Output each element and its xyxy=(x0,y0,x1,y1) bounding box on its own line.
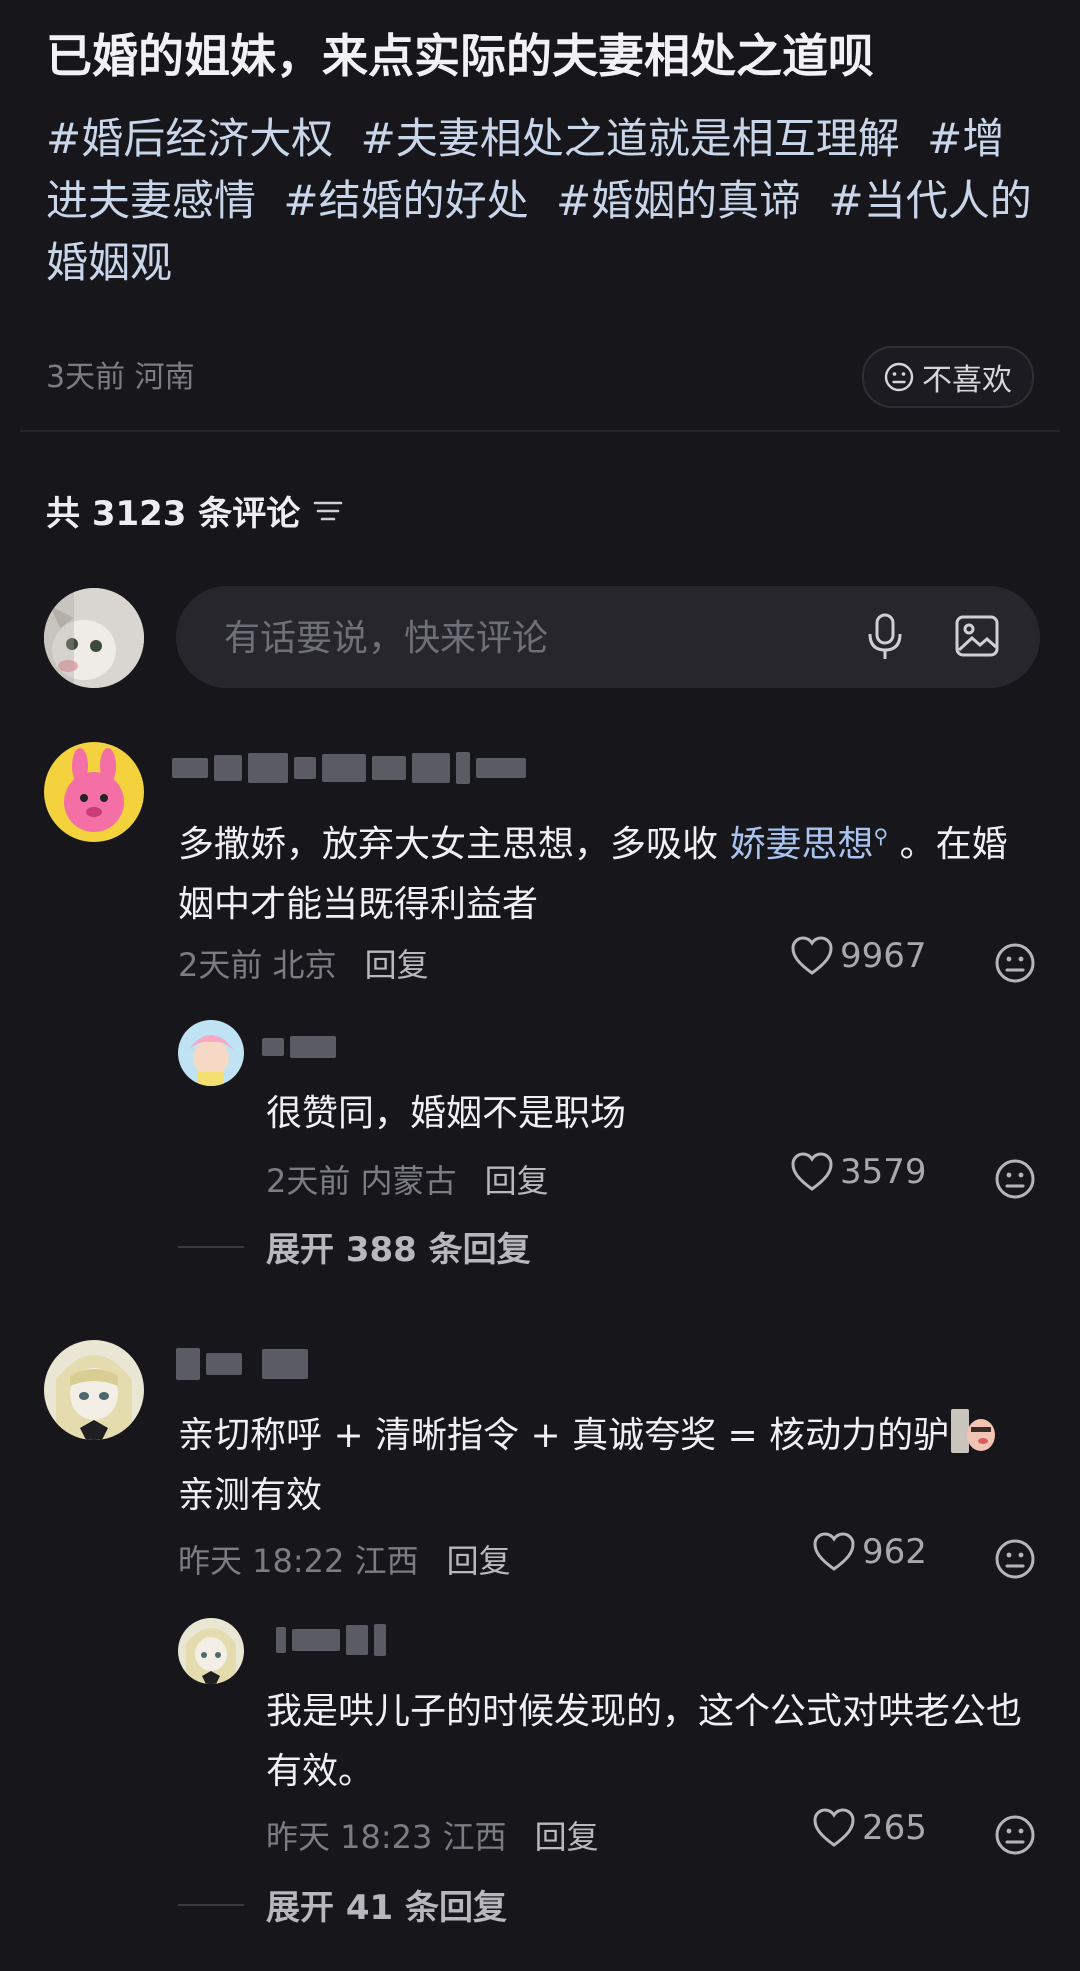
hashtag[interactable]: #结婚的好处 xyxy=(283,176,528,225)
post-location: 河南 xyxy=(134,360,195,395)
image-icon[interactable] xyxy=(954,614,1000,658)
username-redacted[interactable] xyxy=(172,752,526,784)
like-button[interactable]: 9967 xyxy=(790,936,927,976)
comment-input-box[interactable] xyxy=(176,586,1040,688)
comment-count-header: 共 3123 条评论 xyxy=(46,486,344,535)
avatar[interactable] xyxy=(178,1020,244,1086)
comment-location: 北京 xyxy=(272,946,337,984)
comment-time: 2天前 xyxy=(178,946,263,984)
meh-face-icon xyxy=(884,362,914,392)
comment-text: 亲切称呼 + 清晰指令 + 真诚夸奖 = 核动力的驴 亲测有效 xyxy=(178,1406,1038,1526)
reply-time: 2天前 xyxy=(266,1162,351,1200)
dislike-label: 不喜欢 xyxy=(922,363,1012,398)
like-button[interactable]: 3579 xyxy=(790,1152,927,1192)
post-title: 已婚的姐妹，来点实际的夫妻相处之道呗 xyxy=(46,29,874,83)
comment-count: 共 3123 条评论 xyxy=(46,494,301,534)
heart-icon xyxy=(791,936,833,975)
heart-icon xyxy=(813,1808,855,1847)
meh-face-icon[interactable] xyxy=(994,1814,1036,1856)
reply-text: 我是哄儿子的时候发现的，这个公式对哄老公也有效。 xyxy=(266,1691,1023,1792)
hashtag[interactable]: #婚姻的真谛 xyxy=(556,176,801,225)
like-count: 9967 xyxy=(840,936,927,976)
reply-meta: 2天前 内蒙古 回复 xyxy=(266,1156,549,1202)
reply-location: 江西 xyxy=(442,1818,507,1856)
reply-time: 昨天 18:23 xyxy=(266,1818,433,1856)
like-count: 265 xyxy=(862,1808,927,1848)
dislike-button[interactable]: 不喜欢 xyxy=(862,346,1034,408)
comment-meta: 昨天 18:22 江西 回复 xyxy=(178,1536,511,1582)
hashtag-list: #婚后经济大权 #夫妻相处之道就是相互理解 #增进夫妻感情 #结婚的好处 #婚姻… xyxy=(46,108,1036,294)
avatar[interactable] xyxy=(178,1618,244,1684)
reply-button[interactable]: 回复 xyxy=(535,1812,599,1858)
username-redacted[interactable] xyxy=(262,1036,336,1058)
like-button[interactable]: 265 xyxy=(812,1808,927,1848)
post-meta: 3天前 河南 xyxy=(46,352,195,396)
comment-input[interactable] xyxy=(222,612,826,664)
like-count: 962 xyxy=(862,1532,927,1572)
username-redacted[interactable] xyxy=(176,1348,308,1380)
comment-meta: 2天前 北京 回复 xyxy=(178,940,429,986)
divider xyxy=(20,430,1060,432)
avatar[interactable] xyxy=(44,1340,144,1440)
search-keyword-link[interactable]: 娇妻思想⚲ xyxy=(729,824,888,865)
meh-face-icon[interactable] xyxy=(994,1158,1036,1200)
hashtag[interactable]: #夫妻相处之道就是相互理解 xyxy=(361,114,900,163)
emoji-sticker xyxy=(951,1409,996,1453)
sort-icon[interactable] xyxy=(312,497,344,525)
expand-label: 展开 388 条回复 xyxy=(266,1230,531,1270)
reply-button[interactable]: 回复 xyxy=(447,1536,511,1582)
meh-face-icon[interactable] xyxy=(994,1538,1036,1580)
avatar[interactable] xyxy=(44,742,144,842)
mic-icon[interactable] xyxy=(864,612,906,662)
reply-meta: 昨天 18:23 江西 回复 xyxy=(266,1812,599,1858)
heart-icon xyxy=(813,1532,855,1571)
comment-text: 多撒娇，放弃大女主思想，多吸收 娇妻思想⚲ 。在婚姻中才能当既得利益者 xyxy=(178,824,1008,925)
my-avatar[interactable] xyxy=(44,588,144,688)
expand-replies-button[interactable]: 展开 41 条回复 xyxy=(178,1880,507,1929)
comment-time: 昨天 18:22 xyxy=(178,1542,345,1580)
expand-line xyxy=(178,1903,244,1906)
expand-replies-button[interactable]: 展开 388 条回复 xyxy=(178,1222,531,1271)
like-button[interactable]: 962 xyxy=(812,1532,927,1572)
like-count: 3579 xyxy=(840,1152,927,1192)
expand-label: 展开 41 条回复 xyxy=(266,1888,507,1928)
comment-location: 江西 xyxy=(354,1542,419,1580)
username-redacted[interactable] xyxy=(276,1624,386,1656)
meh-face-icon[interactable] xyxy=(994,942,1036,984)
expand-line xyxy=(178,1245,244,1248)
reply-button[interactable]: 回复 xyxy=(365,940,429,986)
post-time: 3天前 xyxy=(46,360,126,395)
reply-location: 内蒙古 xyxy=(360,1162,457,1200)
hashtag[interactable]: #婚后经济大权 xyxy=(46,114,333,163)
heart-icon xyxy=(791,1152,833,1191)
reply-button[interactable]: 回复 xyxy=(485,1156,549,1202)
reply-text: 很赞同，婚姻不是职场 xyxy=(266,1093,627,1134)
